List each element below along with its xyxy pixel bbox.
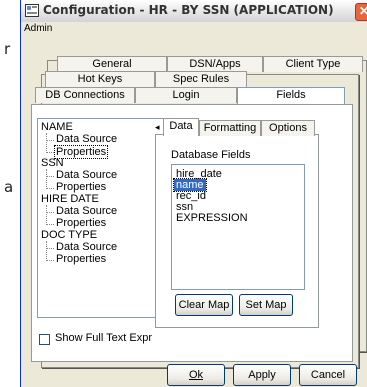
- tree-group-node[interactable]: HIRE DATE: [41, 193, 99, 205]
- tab-label: General: [92, 58, 132, 70]
- tab-label: Login: [172, 89, 200, 101]
- tab-spec-rules[interactable]: Spec Rules: [155, 71, 247, 87]
- tree-connector: [46, 140, 54, 141]
- background-text: r: [4, 40, 11, 58]
- apply-button[interactable]: Apply: [233, 364, 291, 386]
- tree-child-node[interactable]: Properties: [56, 181, 106, 193]
- database-fields-list[interactable]: hire_date name rec_id ssn EXPRESSION: [171, 164, 305, 290]
- tree-connector: [46, 241, 47, 259]
- tab-hot-keys[interactable]: Hot Keys: [45, 71, 155, 87]
- button-label: Cancel: [310, 369, 346, 381]
- tree-group-node[interactable]: SSN: [41, 157, 64, 169]
- tab-client-type[interactable]: Client Type: [263, 56, 363, 72]
- tab-label: Client Type: [285, 58, 341, 70]
- window-title: Configuration - HR - BY SSN (APPLICATION…: [43, 3, 334, 17]
- tab-label: Spec Rules: [172, 73, 230, 85]
- tab-dsn-apps[interactable]: DSN/Apps: [167, 56, 263, 72]
- subtab-data[interactable]: Data: [163, 118, 199, 136]
- tree-connector: [46, 260, 54, 261]
- database-field-item[interactable]: EXPRESSION: [174, 212, 250, 224]
- title-bar[interactable]: Configuration - HR - BY SSN (APPLICATION…: [21, 0, 367, 23]
- show-full-text-checkbox[interactable]: [39, 334, 50, 345]
- tree-connector: [46, 224, 54, 225]
- tree-child-node[interactable]: Properties: [56, 253, 106, 265]
- menu-bar: Admin: [21, 22, 367, 38]
- set-map-button[interactable]: Set Map: [239, 294, 293, 316]
- tab-login[interactable]: Login: [135, 87, 237, 103]
- clear-map-button[interactable]: Clear Map: [175, 294, 233, 316]
- show-full-text-label[interactable]: Show Full Text Expr: [55, 332, 152, 344]
- close-button[interactable]: ✕: [355, 3, 367, 21]
- tree-connector: [46, 248, 54, 249]
- tree-child-node[interactable]: Data Source: [56, 133, 117, 145]
- tree-connector: [46, 176, 54, 177]
- database-fields-label: Database Fields: [171, 149, 251, 161]
- tree-connector: [46, 133, 47, 151]
- button-label: Ok: [188, 369, 204, 381]
- fields-tree[interactable]: NAME Data Source Properties SSN Data Source P…: [37, 118, 171, 318]
- configuration-window-icon: [25, 4, 39, 17]
- subtab-label: Options: [269, 122, 307, 134]
- background-text: a: [4, 178, 14, 196]
- subtab-label: Formatting: [203, 122, 257, 134]
- menu-admin[interactable]: Admin: [24, 23, 52, 34]
- tab-fields[interactable]: Fields: [237, 87, 345, 105]
- button-label: Set Map: [245, 299, 287, 311]
- background-desktop: r a: [0, 0, 20, 387]
- configuration-dialog: Configuration - HR - BY SSN (APPLICATION…: [20, 0, 367, 387]
- tab-label: DB Connections: [45, 89, 125, 101]
- tree-connector: [46, 169, 47, 187]
- tab-db-connections[interactable]: DB Connections: [35, 87, 135, 103]
- tree-child-node[interactable]: Properties: [56, 217, 106, 229]
- ok-button[interactable]: Ok: [167, 364, 225, 386]
- tab-label: Hot Keys: [77, 73, 123, 85]
- tab-label: DSN/Apps: [189, 58, 241, 70]
- button-label: Clear Map: [178, 299, 230, 311]
- tab-general[interactable]: General: [57, 56, 167, 72]
- tree-connector: [46, 152, 54, 153]
- close-icon: ✕: [358, 4, 367, 18]
- tree-group-node[interactable]: NAME: [41, 121, 73, 133]
- subtab-options[interactable]: Options: [261, 120, 315, 136]
- tree-child-node[interactable]: Data Source: [56, 205, 117, 217]
- tree-connector: [46, 212, 54, 213]
- cancel-button[interactable]: Cancel: [299, 364, 357, 386]
- subtab-label: Data: [169, 120, 193, 132]
- button-label: Apply: [248, 369, 276, 381]
- tab-label: Fields: [276, 89, 306, 101]
- tree-group-node[interactable]: DOC TYPE: [41, 229, 97, 241]
- tree-connector: [46, 188, 54, 189]
- tree-child-node[interactable]: Data Source: [56, 241, 117, 253]
- tree-connector: [46, 205, 47, 223]
- tree-child-node[interactable]: Data Source: [56, 169, 117, 181]
- subtab-formatting[interactable]: Formatting: [199, 120, 261, 136]
